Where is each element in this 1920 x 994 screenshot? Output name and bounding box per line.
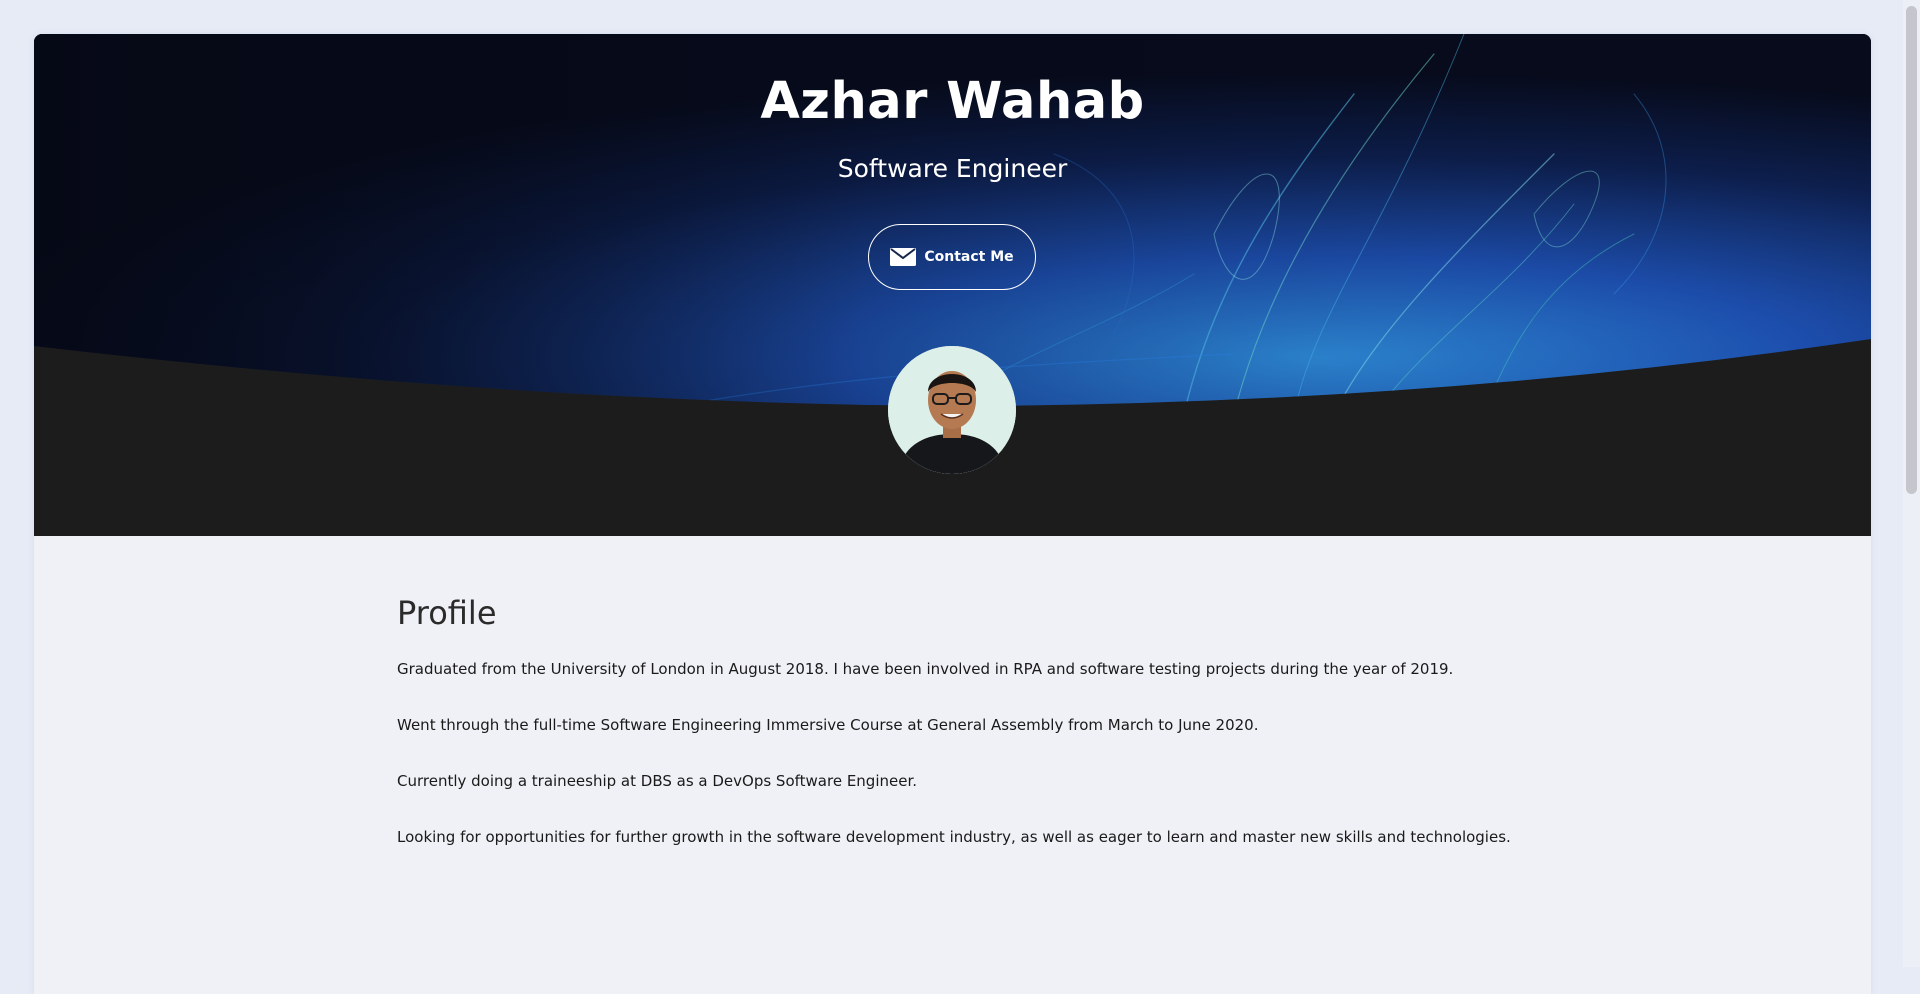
section-title-profile: Profile [397, 594, 497, 632]
profile-paragraph: Currently doing a traineeship at DBS as … [397, 772, 918, 790]
vertical-scrollbar[interactable] [1903, 0, 1920, 967]
contact-me-button[interactable]: Contact Me [868, 224, 1036, 290]
profile-section: Profile Graduated from the University of… [397, 594, 1537, 883]
page-title: Azhar Wahab [760, 72, 1145, 131]
envelope-icon [890, 248, 917, 266]
profile-paragraph: Looking for opportunities for further gr… [397, 828, 1511, 846]
resume-card: Azhar Wahab Software Engineer Contact Me [34, 34, 1871, 994]
job-title: Software Engineer [837, 154, 1068, 183]
hero-banner: Azhar Wahab Software Engineer Contact Me [34, 34, 1871, 536]
contact-me-label: Contact Me [924, 249, 1014, 265]
avatar [888, 346, 1016, 474]
profile-paragraph: Graduated from the University of London … [397, 660, 1454, 678]
profile-paragraph: Went through the full-time Software Engi… [397, 716, 1259, 734]
scrollbar-thumb[interactable] [1906, 6, 1917, 494]
